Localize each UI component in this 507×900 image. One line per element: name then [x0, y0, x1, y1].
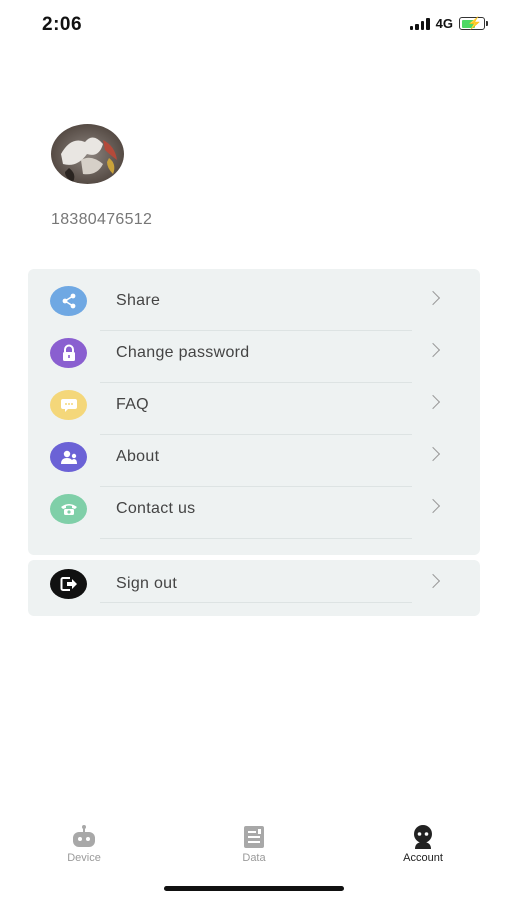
sign-out-button[interactable]: Sign out: [28, 562, 480, 614]
chevron-right-icon: [425, 394, 441, 410]
status-bar: 2:06 4G ⚡: [0, 0, 507, 52]
status-indicators: 4G ⚡: [409, 16, 488, 31]
signal-icon: [409, 17, 430, 30]
tab-data[interactable]: Data: [194, 820, 314, 864]
chevron-right-icon: [425, 290, 441, 306]
document-icon: [244, 826, 264, 848]
network-type: 4G: [435, 16, 453, 31]
menu-item-faq[interactable]: FAQ: [28, 383, 480, 435]
menu-item-change-password[interactable]: Change password: [28, 331, 480, 383]
avatar[interactable]: [51, 124, 124, 184]
status-time: 2:06: [42, 14, 83, 35]
avatar-image: [51, 124, 124, 184]
menu-item-label: About: [116, 448, 160, 465]
account-icon: [414, 825, 432, 849]
robot-icon: [73, 825, 95, 847]
tab-label: Account: [403, 852, 443, 864]
tab-label: Device: [67, 852, 101, 864]
sign-out-section: Sign out: [28, 560, 480, 616]
sign-out-label: Sign out: [116, 575, 178, 592]
menu-item-share[interactable]: Share: [28, 279, 480, 331]
lock-icon: [50, 338, 87, 368]
tab-label: Data: [242, 852, 266, 864]
menu-item-label: Contact us: [116, 500, 196, 517]
chevron-right-icon: [425, 446, 441, 462]
battery-icon: ⚡: [459, 16, 488, 30]
home-indicator[interactable]: [164, 886, 344, 891]
phone-number: 18380476512: [51, 211, 153, 228]
divider: [100, 538, 412, 539]
menu-item-label: Share: [116, 292, 161, 309]
account-menu: Share Change password FAQ About Contact …: [28, 269, 480, 555]
phone-icon: [50, 494, 87, 524]
sign-out-icon: [50, 569, 87, 599]
chat-icon: [50, 390, 87, 420]
tab-account[interactable]: Account: [363, 820, 483, 864]
menu-item-label: FAQ: [116, 396, 149, 413]
chevron-right-icon: [425, 573, 441, 589]
menu-item-contact-us[interactable]: Contact us: [28, 487, 480, 539]
chevron-right-icon: [425, 498, 441, 514]
tab-bar: Device Data Account: [0, 820, 507, 870]
divider: [100, 602, 412, 603]
chevron-right-icon: [425, 342, 441, 358]
menu-item-label: Change password: [116, 344, 250, 361]
tab-device[interactable]: Device: [24, 820, 144, 864]
menu-item-about[interactable]: About: [28, 435, 480, 487]
about-icon: [50, 442, 87, 472]
share-icon: [50, 286, 87, 316]
